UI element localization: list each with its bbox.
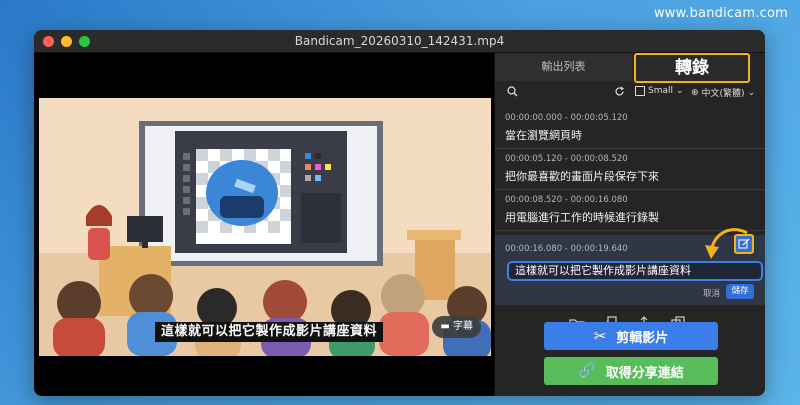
transcript-entry[interactable]: 00:00:05.120 - 00:00:08.520 把你最喜歡的畫面片段保存… xyxy=(495,149,765,190)
window-title: Bandicam_20260310_142431.mp4 xyxy=(294,34,505,48)
transcript-toolbar: Small ⌄ ⊕ 中文(繁體) ⌄ xyxy=(495,83,765,105)
transcript-panel: 輸出列表 轉錄 Small ⌄ ⊕ 中文(繁體) ⌄ 00:00:00.000 … xyxy=(494,53,765,396)
save-edit-button[interactable]: 儲存 xyxy=(726,284,754,299)
search-icon xyxy=(507,86,518,97)
cancel-edit-button[interactable]: 取消 xyxy=(703,287,720,299)
share-link-label: 取得分享連結 xyxy=(605,365,684,381)
video-scene-illustration xyxy=(39,98,491,356)
subtitle-toggle-label: 字幕 xyxy=(453,321,473,332)
font-size-value: Small xyxy=(648,86,673,96)
panel-tabs: 輸出列表 轉錄 xyxy=(495,53,765,83)
window-controls xyxy=(43,36,90,47)
tab-output-list[interactable]: 輸出列表 xyxy=(495,53,632,81)
refresh-icon xyxy=(615,86,625,96)
entry-timestamp: 00:00:08.520 - 00:00:16.080 xyxy=(505,195,628,205)
entry-text: 當在瀏覽網頁時 xyxy=(505,129,582,142)
transcript-entry[interactable]: 00:00:00.000 - 00:00:05.120 當在瀏覽網頁時 xyxy=(495,108,765,149)
caption-icon: ▬ xyxy=(440,321,453,332)
language-value: 中文(繁體) xyxy=(701,89,745,99)
title-bar: Bandicam_20260310_142431.mp4 xyxy=(34,30,765,53)
annotation-arrow-icon xyxy=(705,228,748,259)
close-window-button[interactable] xyxy=(43,36,54,47)
app-window: Bandicam_20260310_142431.mp4 這樣就可以把它製作成影… xyxy=(34,30,765,396)
search-button[interactable] xyxy=(507,86,518,97)
globe-icon: ⊕ xyxy=(691,87,699,98)
get-share-link-button[interactable]: 🔗 取得分享連結 xyxy=(544,357,718,385)
edit-video-label: 剪輯影片 xyxy=(616,330,669,346)
entry-timestamp: 00:00:00.000 - 00:00:05.120 xyxy=(505,113,628,123)
language-select[interactable]: ⊕ 中文(繁體) ⌄ xyxy=(691,86,756,100)
chevron-down-icon: ⌄ xyxy=(676,86,684,96)
tab-transcription[interactable]: 轉錄 xyxy=(634,53,750,83)
video-subtitle: 這樣就可以把它製作成影片講座資料 xyxy=(155,322,384,342)
minimize-window-button[interactable] xyxy=(61,36,72,47)
entry-text: 把你最喜歡的畫面片段保存下來 xyxy=(505,170,659,183)
subtitle-toggle-button[interactable]: ▬ 字幕 xyxy=(432,316,481,338)
edit-video-button[interactable]: ✂ 剪輯影片 xyxy=(544,322,718,350)
entry-timestamp: 00:00:05.120 - 00:00:08.520 xyxy=(505,154,628,164)
chevron-down-icon: ⌄ xyxy=(747,87,756,98)
zoom-window-button[interactable] xyxy=(79,36,90,47)
refresh-button[interactable] xyxy=(614,86,625,97)
link-icon: 🔗 xyxy=(578,363,596,379)
entry-text: 用電腦進行工作的時候進行錄製 xyxy=(505,211,659,224)
entry-timestamp: 00:00:16.080 - 00:00:19.640 xyxy=(505,244,628,254)
scissors-icon: ✂ xyxy=(593,327,607,345)
video-frame: 這樣就可以把它製作成影片講座資料 ▬ 字幕 xyxy=(39,98,491,356)
watermark: www.bandicam.com xyxy=(653,6,788,21)
video-player[interactable]: 這樣就可以把它製作成影片講座資料 ▬ 字幕 xyxy=(34,53,494,396)
font-size-select[interactable]: Small ⌄ xyxy=(635,86,684,96)
subtitle-size-icon xyxy=(635,86,645,96)
